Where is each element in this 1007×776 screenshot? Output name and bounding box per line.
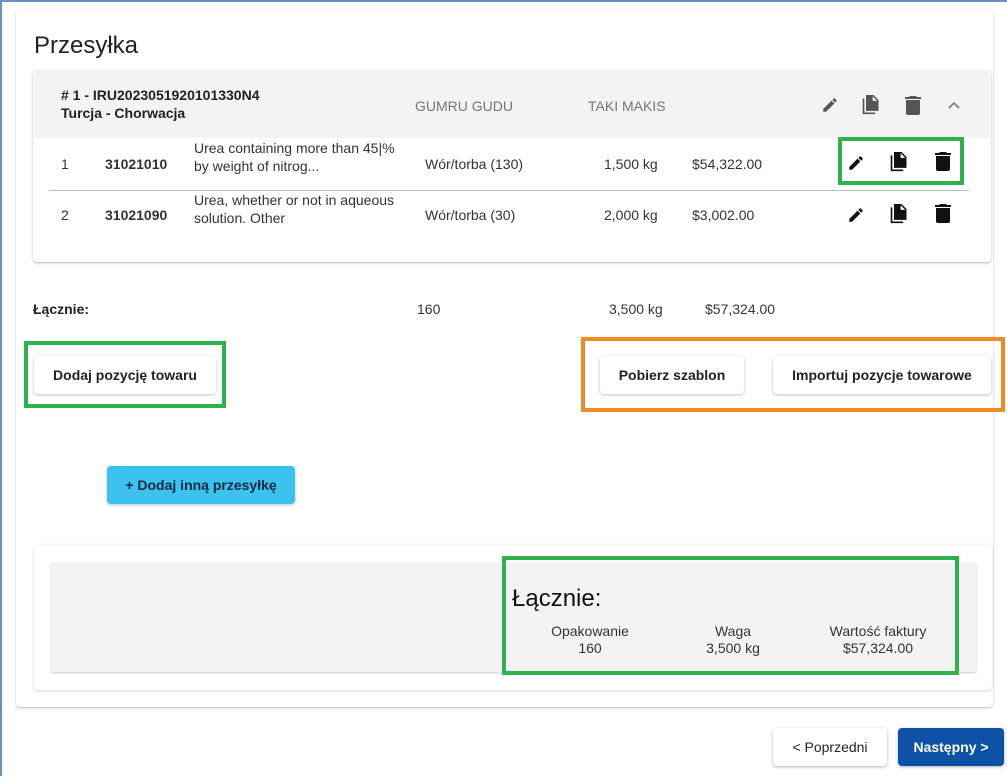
item-number: 2	[61, 207, 69, 223]
column-header-weight: TAKI MAKIS	[588, 98, 666, 114]
trash-icon[interactable]	[935, 203, 951, 223]
highlight-summary	[502, 556, 959, 675]
trash-icon[interactable]	[905, 95, 921, 115]
totals-packages: 160	[417, 301, 441, 317]
summary-weight: Waga 3,500 kg	[678, 623, 788, 657]
summary-invoice-label: Wartość faktury	[829, 623, 927, 639]
totals-label: Łącznie:	[33, 301, 90, 317]
previous-button[interactable]: < Poprzedni	[773, 728, 887, 766]
summary-packaging: Opakowanie 160	[530, 623, 650, 657]
next-button[interactable]: Następny >	[898, 728, 1004, 766]
item-code: 31021010	[105, 156, 168, 172]
summary-weight-value: 3,500 kg	[706, 640, 760, 656]
table-row[interactable]: 2 31021090 Urea, whether or not in aqueo…	[33, 191, 991, 243]
summary-weight-label: Waga	[714, 623, 752, 639]
copy-icon[interactable]	[889, 203, 909, 225]
shipment-id: # 1 - IRU2023051920101330N4	[61, 87, 260, 103]
totals-weight: 3,500 kg	[609, 301, 663, 317]
item-description: Urea, whether or not in aqueous solution…	[194, 192, 395, 226]
add-item-button[interactable]: Dodaj pozycję towaru	[34, 356, 216, 394]
item-value: $54,322.00	[692, 156, 763, 172]
download-template-button[interactable]: Pobierz szablon	[600, 356, 744, 394]
item-package: Wór/torba (30)	[425, 207, 516, 223]
window-frame-top	[0, 0, 1007, 2]
item-number: 1	[61, 156, 69, 172]
item-description: Urea containing more than 45|% by weight…	[194, 140, 395, 174]
summary-invoice: Wartość faktury $57,324.00	[808, 623, 948, 657]
summary-packaging-label: Opakowanie	[551, 623, 629, 639]
import-items-button[interactable]: Importuj pozycje towarowe	[773, 356, 991, 394]
item-weight: 1,500 kg	[604, 156, 658, 172]
item-code: 31021090	[105, 207, 168, 223]
add-shipment-button[interactable]: + Dodaj inną przesyłkę	[107, 466, 295, 504]
column-header-package: GUMRU GUDU	[415, 98, 513, 114]
summary-invoice-value: $57,324.00	[842, 640, 914, 656]
totals-value: $57,324.00	[705, 301, 776, 317]
pencil-icon[interactable]	[847, 206, 865, 224]
pencil-icon[interactable]	[821, 96, 839, 114]
item-package: Wór/torba (130)	[425, 156, 524, 172]
shipment-header: # 1 - IRU2023051920101330N4 Turcja - Cho…	[33, 70, 991, 138]
chevron-up-icon[interactable]	[947, 100, 961, 110]
page-title: Przesyłka	[34, 32, 139, 59]
highlight-row-actions	[838, 137, 964, 185]
summary-packaging-value: 160	[578, 640, 602, 656]
item-weight: 2,000 kg	[604, 207, 658, 223]
window-frame-left	[0, 0, 2, 776]
copy-icon[interactable]	[861, 94, 881, 116]
item-value: $3,002.00	[692, 207, 755, 223]
shipment-header-actions	[821, 94, 961, 116]
summary-title: Łącznie:	[512, 585, 602, 612]
shipment-route: Turcja - Chorwacja	[61, 105, 186, 121]
